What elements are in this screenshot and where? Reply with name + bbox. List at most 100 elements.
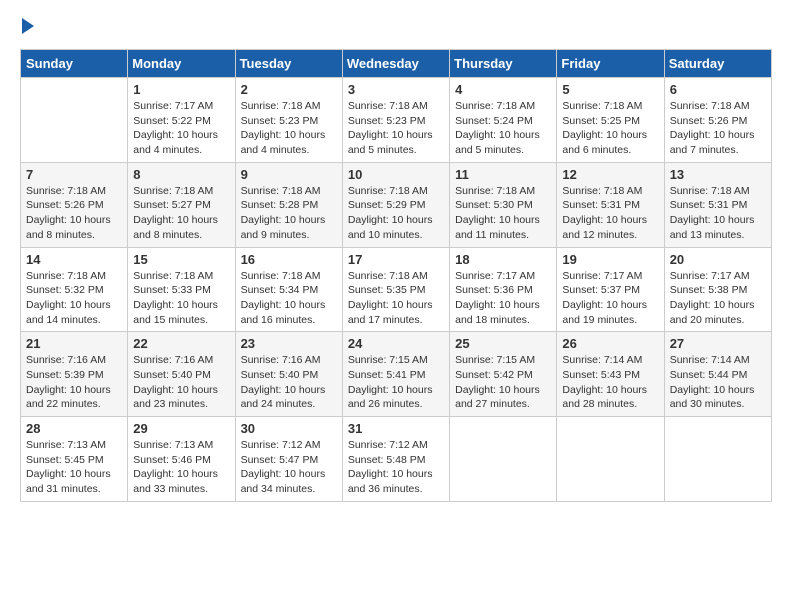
calendar-day-cell — [557, 417, 664, 502]
calendar-day-cell: 5Sunrise: 7:18 AMSunset: 5:25 PMDaylight… — [557, 78, 664, 163]
day-number: 7 — [26, 167, 122, 182]
calendar-day-cell: 8 Sunrise: 7:18 AMSunset: 5:27 PMDaylight… — [128, 162, 235, 247]
day-number: 26 — [562, 336, 658, 351]
calendar-week-row: 1Sunrise: 7:17 AMSunset: 5:22 PMDaylight… — [21, 78, 772, 163]
calendar-week-row: 14 Sunrise: 7:18 AMSunset: 5:32 PMDayligh… — [21, 247, 772, 332]
calendar-day-cell: 15 Sunrise: 7:18 AMSunset: 5:33 PMDayligh… — [128, 247, 235, 332]
day-number: 9 — [241, 167, 337, 182]
calendar-day-cell: 3 Sunrise: 7:18 AMSunset: 5:23 PMDaylight… — [342, 78, 449, 163]
day-number: 14 — [26, 252, 122, 267]
weekday-header-cell: Thursday — [450, 50, 557, 78]
calendar-day-cell — [664, 417, 771, 502]
calendar-day-cell: 14 Sunrise: 7:18 AMSunset: 5:32 PMDayligh… — [21, 247, 128, 332]
day-info: Sunrise: 7:15 AMSunset: 5:41 PMDaylight:… — [348, 353, 444, 412]
calendar-week-row: 7 Sunrise: 7:18 AMSunset: 5:26 PMDaylight… — [21, 162, 772, 247]
day-info: Sunrise: 7:17 AMSunset: 5:38 PMDaylight:… — [670, 269, 766, 328]
calendar-day-cell: 13Sunrise: 7:18 AMSunset: 5:31 PMDayligh… — [664, 162, 771, 247]
calendar-day-cell: 19 Sunrise: 7:17 AMSunset: 5:37 PMDayligh… — [557, 247, 664, 332]
calendar-day-cell: 22Sunrise: 7:16 AMSunset: 5:40 PMDayligh… — [128, 332, 235, 417]
weekday-header-cell: Wednesday — [342, 50, 449, 78]
day-number: 10 — [348, 167, 444, 182]
calendar-week-row: 28Sunrise: 7:13 AMSunset: 5:45 PMDayligh… — [21, 417, 772, 502]
calendar-day-cell: 30Sunrise: 7:12 AMSunset: 5:47 PMDayligh… — [235, 417, 342, 502]
day-number: 19 — [562, 252, 658, 267]
weekday-header-cell: Friday — [557, 50, 664, 78]
weekday-header-row: SundayMondayTuesdayWednesdayThursdayFrid… — [21, 50, 772, 78]
calendar-day-cell: 18 Sunrise: 7:17 AMSunset: 5:36 PMDayligh… — [450, 247, 557, 332]
calendar-day-cell: 24Sunrise: 7:15 AMSunset: 5:41 PMDayligh… — [342, 332, 449, 417]
calendar-table: SundayMondayTuesdayWednesdayThursdayFrid… — [20, 49, 772, 502]
logo-arrow-icon — [22, 18, 34, 34]
calendar-day-cell: 2 Sunrise: 7:18 AMSunset: 5:23 PMDaylight… — [235, 78, 342, 163]
logo — [20, 20, 34, 34]
day-info: Sunrise: 7:18 AMSunset: 5:29 PMDaylight:… — [348, 184, 444, 243]
calendar-day-cell: 27 Sunrise: 7:14 AMSunset: 5:44 PMDayligh… — [664, 332, 771, 417]
calendar-day-cell: 17 Sunrise: 7:18 AMSunset: 5:35 PMDayligh… — [342, 247, 449, 332]
day-number: 23 — [241, 336, 337, 351]
day-number: 4 — [455, 82, 551, 97]
day-number: 17 — [348, 252, 444, 267]
day-info: Sunrise: 7:15 AMSunset: 5:42 PMDaylight:… — [455, 353, 551, 412]
day-info: Sunrise: 7:12 AMSunset: 5:48 PMDaylight:… — [348, 438, 444, 497]
day-number: 3 — [348, 82, 444, 97]
calendar-day-cell: 25 Sunrise: 7:15 AMSunset: 5:42 PMDayligh… — [450, 332, 557, 417]
day-info: Sunrise: 7:17 AMSunset: 5:37 PMDaylight:… — [562, 269, 658, 328]
day-number: 8 — [133, 167, 229, 182]
day-info: Sunrise: 7:18 AMSunset: 5:23 PMDaylight:… — [348, 99, 444, 158]
day-info: Sunrise: 7:18 AMSunset: 5:30 PMDaylight:… — [455, 184, 551, 243]
day-number: 6 — [670, 82, 766, 97]
day-info: Sunrise: 7:18 AMSunset: 5:31 PMDaylight:… — [670, 184, 766, 243]
day-info: Sunrise: 7:14 AMSunset: 5:43 PMDaylight:… — [562, 353, 658, 412]
day-info: Sunrise: 7:18 AMSunset: 5:26 PMDaylight:… — [26, 184, 122, 243]
day-number: 27 — [670, 336, 766, 351]
day-number: 25 — [455, 336, 551, 351]
day-info: Sunrise: 7:18 AMSunset: 5:28 PMDaylight:… — [241, 184, 337, 243]
day-number: 11 — [455, 167, 551, 182]
calendar-day-cell: 12 Sunrise: 7:18 AMSunset: 5:31 PMDayligh… — [557, 162, 664, 247]
day-info: Sunrise: 7:18 AMSunset: 5:32 PMDaylight:… — [26, 269, 122, 328]
weekday-header-cell: Monday — [128, 50, 235, 78]
calendar-day-cell: 21 Sunrise: 7:16 AMSunset: 5:39 PMDayligh… — [21, 332, 128, 417]
day-info: Sunrise: 7:18 AMSunset: 5:31 PMDaylight:… — [562, 184, 658, 243]
calendar-day-cell: 29Sunrise: 7:13 AMSunset: 5:46 PMDayligh… — [128, 417, 235, 502]
day-number: 15 — [133, 252, 229, 267]
calendar-day-cell: 1Sunrise: 7:17 AMSunset: 5:22 PMDaylight… — [128, 78, 235, 163]
day-number: 12 — [562, 167, 658, 182]
day-number: 21 — [26, 336, 122, 351]
day-info: Sunrise: 7:18 AMSunset: 5:27 PMDaylight:… — [133, 184, 229, 243]
calendar-week-row: 21 Sunrise: 7:16 AMSunset: 5:39 PMDayligh… — [21, 332, 772, 417]
calendar-day-cell: 11 Sunrise: 7:18 AMSunset: 5:30 PMDayligh… — [450, 162, 557, 247]
day-info: Sunrise: 7:18 AMSunset: 5:24 PMDaylight:… — [455, 99, 551, 158]
day-info: Sunrise: 7:16 AMSunset: 5:40 PMDaylight:… — [133, 353, 229, 412]
calendar-day-cell: 4 Sunrise: 7:18 AMSunset: 5:24 PMDaylight… — [450, 78, 557, 163]
calendar-day-cell: 6 Sunrise: 7:18 AMSunset: 5:26 PMDaylight… — [664, 78, 771, 163]
day-info: Sunrise: 7:16 AMSunset: 5:39 PMDaylight:… — [26, 353, 122, 412]
calendar-day-cell — [450, 417, 557, 502]
day-info: Sunrise: 7:18 AMSunset: 5:35 PMDaylight:… — [348, 269, 444, 328]
calendar-day-cell: 26 Sunrise: 7:14 AMSunset: 5:43 PMDayligh… — [557, 332, 664, 417]
day-number: 29 — [133, 421, 229, 436]
calendar-day-cell: 20 Sunrise: 7:17 AMSunset: 5:38 PMDayligh… — [664, 247, 771, 332]
day-info: Sunrise: 7:14 AMSunset: 5:44 PMDaylight:… — [670, 353, 766, 412]
day-info: Sunrise: 7:17 AMSunset: 5:22 PMDaylight:… — [133, 99, 229, 158]
calendar-day-cell — [21, 78, 128, 163]
calendar-day-cell: 9 Sunrise: 7:18 AMSunset: 5:28 PMDaylight… — [235, 162, 342, 247]
calendar-day-cell: 28Sunrise: 7:13 AMSunset: 5:45 PMDayligh… — [21, 417, 128, 502]
calendar-day-cell: 23 Sunrise: 7:16 AMSunset: 5:40 PMDayligh… — [235, 332, 342, 417]
weekday-header-cell: Saturday — [664, 50, 771, 78]
weekday-header-cell: Sunday — [21, 50, 128, 78]
page-header — [20, 20, 772, 34]
day-number: 16 — [241, 252, 337, 267]
day-number: 18 — [455, 252, 551, 267]
day-info: Sunrise: 7:18 AMSunset: 5:23 PMDaylight:… — [241, 99, 337, 158]
day-info: Sunrise: 7:16 AMSunset: 5:40 PMDaylight:… — [241, 353, 337, 412]
day-number: 31 — [348, 421, 444, 436]
day-number: 28 — [26, 421, 122, 436]
day-info: Sunrise: 7:18 AMSunset: 5:33 PMDaylight:… — [133, 269, 229, 328]
calendar-day-cell: 10 Sunrise: 7:18 AMSunset: 5:29 PMDayligh… — [342, 162, 449, 247]
day-info: Sunrise: 7:18 AMSunset: 5:26 PMDaylight:… — [670, 99, 766, 158]
calendar-day-cell: 16Sunrise: 7:18 AMSunset: 5:34 PMDayligh… — [235, 247, 342, 332]
day-number: 20 — [670, 252, 766, 267]
day-number: 2 — [241, 82, 337, 97]
day-info: Sunrise: 7:17 AMSunset: 5:36 PMDaylight:… — [455, 269, 551, 328]
